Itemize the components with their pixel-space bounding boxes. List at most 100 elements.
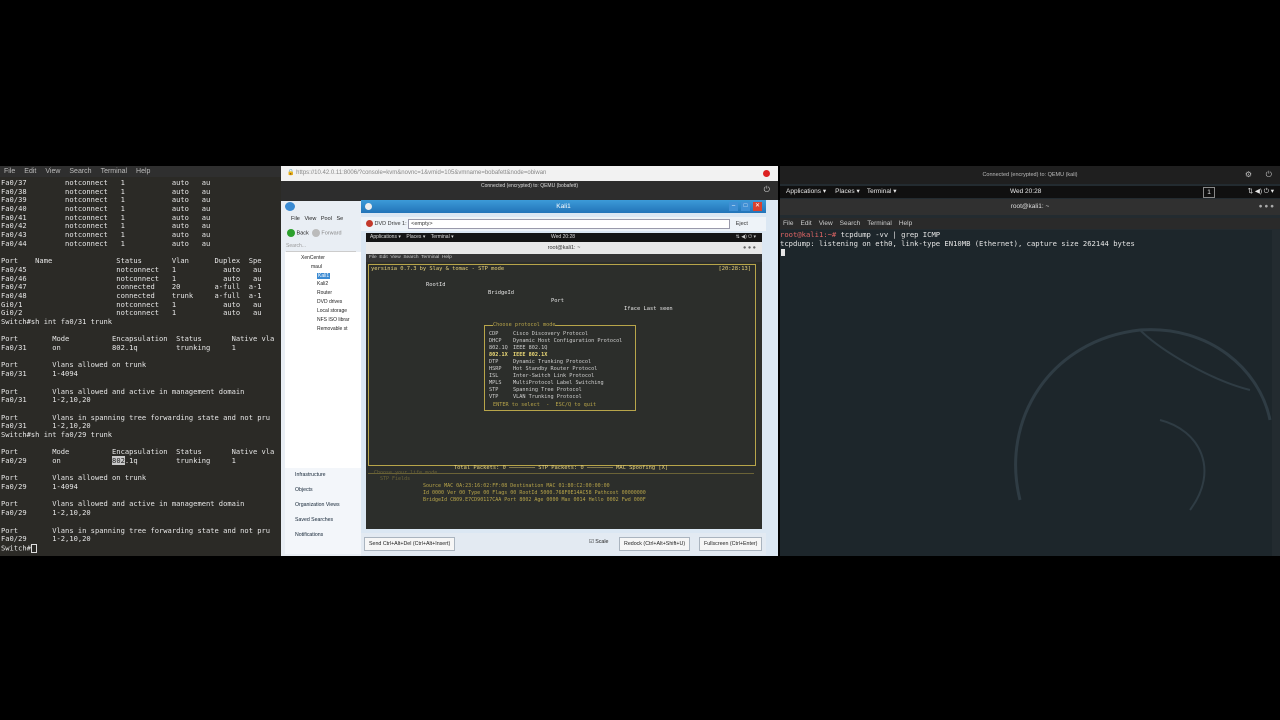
protocol-option[interactable]: HSRP Hot Standby Router Protocol [489,366,597,373]
redock-button[interactable]: Redock (Ctrl+Alt+Shift+U) [619,537,691,551]
nav-saved-searches[interactable]: Saved Searches [295,517,333,523]
protocol-option[interactable]: VTP VLAN Trunking Protocol [489,394,582,401]
protocol-option[interactable]: DHCP Dynamic Host Configuration Protocol [489,338,622,345]
kmenu-help[interactable]: Help [442,255,452,260]
back-arrow-icon[interactable] [287,229,295,237]
protocol-name: IEEE 802.1Q [513,345,548,351]
forward-button[interactable]: Forward [321,230,341,236]
protocol-option[interactable]: 802.1Q IEEE 802.1Q [489,345,547,352]
tree-nfs-iso[interactable]: NFS ISO librar [317,317,350,323]
r-places-menu[interactable]: Places ▾ [835,188,860,195]
left-terminal-output[interactable]: Fa0/37 notconnect 1 auto au Fa0/38 notcon… [1,178,281,555]
nav-infrastructure[interactable]: Infrastructure [295,472,326,478]
xc-menu-view[interactable]: View [304,216,316,222]
dvd-select[interactable]: <empty> [408,218,731,229]
kali1-vm-screen[interactable]: Applications ▾ Places ▾ Terminal ▾ Wed 2… [366,233,762,529]
browser-address-bar[interactable]: 🔒 https://10.42.0.11:8006/?console=kvm&n… [281,166,778,182]
back-button[interactable]: Back [297,230,309,236]
menu-file[interactable]: File [4,168,15,175]
applications-menu[interactable]: Applications ▾ [370,234,401,240]
protocol-mode-dialog[interactable]: Choose protocol mode CDP Cisco Discovery … [484,322,636,411]
protocol-name: Hot Standby Router Protocol [513,366,598,372]
minimize-icon[interactable]: – [729,202,738,211]
menu-help[interactable]: Help [136,168,150,175]
nav-objects[interactable]: Objects [295,487,313,493]
xc-resource-tree: XenCenter maul Kali1 Kali2 Router DVD dr… [285,252,361,472]
tree-dvd-drives[interactable]: DVD drives [317,299,342,305]
tree-vm-kali2[interactable]: Kali2 [317,281,328,287]
tree-local-storage[interactable]: Local storage [317,308,347,314]
xc-menu-server[interactable]: Se [337,216,344,222]
menu-terminal[interactable]: Terminal [101,168,127,175]
clock[interactable]: Wed 20:28 [551,233,575,242]
terminal-line: Fa0/31 1-4094 [1,369,78,379]
protocol-option[interactable]: 802.1X IEEE 802.1X [489,352,547,359]
system-tray-icons[interactable]: ⇅ ◀) ⏻ ▾ [736,233,756,242]
field-row: BridgeId CB09.E7CD90117CAA Port 8002 Age… [423,497,646,503]
tree-vm-kali1[interactable]: Kali1 [317,273,331,279]
rmenu-search[interactable]: Search [840,220,861,227]
right-terminal-titlebar: root@kali1: ~ ● ● ● [780,199,1280,215]
power-icon[interactable]: ⏻ [1266,166,1272,184]
right-terminal-output[interactable]: root@kali1:~# tcpdump -vv | grep ICMP tc… [780,230,1272,556]
tree-xencenter[interactable]: XenCenter [301,255,325,261]
r-clock[interactable]: Wed 20:28 [1010,186,1041,198]
tree-removable[interactable]: Removable st [317,326,348,332]
xc-menu-file[interactable]: File [291,216,300,222]
kmenu-file[interactable]: File [369,255,377,260]
xc-menu-pool[interactable]: Pool [321,216,332,222]
protocol-option[interactable]: STP Spanning Tree Protocol [489,387,582,394]
power-icon[interactable]: ⏻ [764,185,770,195]
rmenu-terminal[interactable]: Terminal [867,220,892,227]
tree-pool-maul[interactable]: maul [311,264,322,270]
workspace-badge[interactable]: 1 [1203,187,1215,198]
r-system-tray-icons[interactable]: ⇅ ◀) ⏻ ▾ [1248,186,1274,198]
xencenter-window: 🔒 https://10.42.0.11:8006/?console=kvm&n… [281,166,778,556]
rmenu-file[interactable]: File [783,220,793,227]
protocol-option[interactable]: CDP Cisco Discovery Protocol [489,331,588,338]
terminal-menu[interactable]: Terminal ▾ [431,234,454,240]
protocol-option[interactable]: MPLS MultiProtocol Label Switching [489,380,604,387]
xencenter-icon [285,202,295,211]
rmenu-help[interactable]: Help [899,220,912,227]
r-window-controls-icon[interactable]: ● ● ● [1259,199,1274,215]
r-applications-menu[interactable]: Applications ▾ [786,188,826,195]
kmenu-view[interactable]: View [390,255,400,260]
url-text[interactable]: https://10.42.0.11:8006/?console=kvm&nov… [296,170,546,176]
protocol-code: 802.1X [489,352,508,358]
yersinia-header: yersinia 0.7.3 by Slay & tomac - STP mod… [371,265,753,273]
xc-search-input[interactable]: Search... [286,243,356,252]
nav-organization-views[interactable]: Organization Views [295,502,340,508]
r-terminal-menu[interactable]: Terminal ▾ [867,188,897,195]
kmenu-search[interactable]: Search [403,255,418,260]
kmenu-edit[interactable]: Edit [379,255,387,260]
fullscreen-button[interactable]: Fullscreen (Ctrl+Enter) [699,537,763,551]
menu-search[interactable]: Search [69,168,91,175]
menu-edit[interactable]: Edit [24,168,36,175]
kmenu-terminal[interactable]: Terminal [421,255,439,260]
rmenu-view[interactable]: View [819,220,833,227]
protocol-name: Cisco Discovery Protocol [513,331,588,337]
left-terminal-menubar: File Edit View Search Terminal Help [0,166,281,177]
send-ctrl-alt-del-button[interactable]: Send Ctrl+Alt+Del (Ctrl+Alt+Insert) [364,537,456,551]
protocol-option[interactable]: ISL Inter-Switch Link Protocol [489,373,594,380]
protocol-option[interactable]: DTP Dynamic Trunking Protocol [489,359,591,366]
eject-button[interactable]: Eject [736,221,748,227]
window-controls-icon[interactable]: ● ● ● [743,242,756,254]
settings-icon[interactable]: ⚙ [1245,166,1252,184]
stop-icon[interactable] [763,170,770,177]
nav-notifications[interactable]: Notifications [295,532,323,538]
terminal-line: Fa0/44 notconnect 1 auto au [1,238,211,248]
xc-nav-panel: Infrastructure Objects Organization View… [285,468,361,554]
kali-terminal-title: root@kali1: ~ [547,245,581,251]
maximize-icon[interactable]: □ [741,202,750,211]
rmenu-edit[interactable]: Edit [800,220,811,227]
forward-arrow-icon[interactable] [311,229,320,237]
scale-checkbox[interactable]: ☑ Scale [589,539,608,545]
places-menu[interactable]: Places ▾ [406,234,425,240]
tree-vm-router[interactable]: Router [317,290,332,296]
protocol-code: DHCP [489,338,502,344]
close-icon[interactable]: ✕ [753,202,762,211]
left-terminal-window[interactable]: File Edit View Search Terminal Help Fa0/37 no… [0,166,281,556]
menu-view[interactable]: View [45,168,60,175]
